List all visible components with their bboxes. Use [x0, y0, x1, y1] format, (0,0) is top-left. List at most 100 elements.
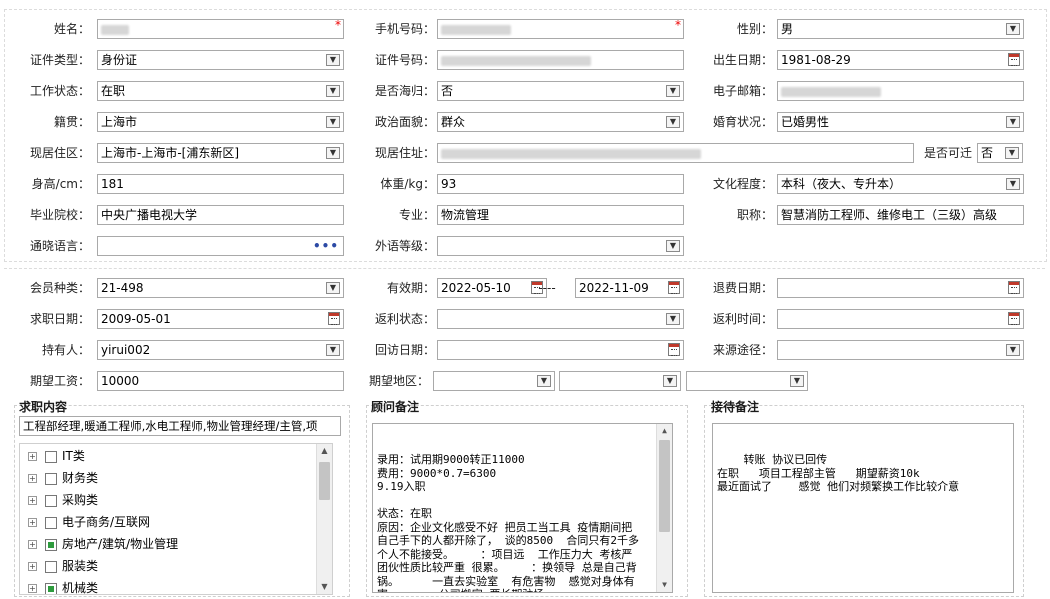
education-select[interactable]: 本科（夜大、专升本） ▼	[777, 174, 1024, 194]
category-checkbox[interactable]	[45, 494, 57, 507]
category-checkbox[interactable]	[45, 450, 57, 463]
expand-icon[interactable]: +	[28, 518, 37, 527]
advisor-scrollbar[interactable]: ▲ ▼	[656, 424, 672, 592]
tree-scrollbar[interactable]: ▲ ▼	[316, 444, 332, 594]
valid-from-value: 2022-05-10	[441, 281, 511, 295]
id-type-select[interactable]: 身份证 ▼	[97, 50, 344, 70]
calendar-icon[interactable]	[1008, 53, 1020, 66]
chevron-down-icon[interactable]: ▼	[663, 375, 677, 387]
major-input[interactable]: 物流管理	[437, 205, 684, 225]
expand-icon[interactable]: +	[28, 496, 37, 505]
chevron-down-icon[interactable]: ▼	[326, 85, 340, 97]
tree-item[interactable]: + IT类	[28, 446, 85, 466]
relocatable-select[interactable]: 否 ▼	[977, 143, 1023, 163]
chevron-down-icon[interactable]: ▼	[326, 282, 340, 294]
tree-item[interactable]: + 财务类	[28, 468, 98, 488]
work-status-select[interactable]: 在职 ▼	[97, 81, 344, 101]
school-input[interactable]: 中央广播电视大学	[97, 205, 344, 225]
marital-select[interactable]: 已婚男性 ▼	[777, 112, 1024, 132]
scroll-up-icon[interactable]: ▲	[317, 444, 332, 458]
calendar-icon[interactable]	[668, 281, 680, 294]
chevron-down-icon[interactable]: ▼	[666, 240, 680, 252]
foreign-level-select[interactable]: ▼	[437, 236, 684, 256]
calendar-icon[interactable]	[1008, 312, 1020, 325]
chevron-down-icon[interactable]: ▼	[666, 85, 680, 97]
chevron-down-icon[interactable]: ▼	[1006, 344, 1020, 356]
job-date-input[interactable]: 2009-05-01	[97, 309, 344, 329]
advisor-notes-textarea[interactable]: 录用：试用期9000转正11000 费用：9000*0.7=6300 9.19入职 …	[372, 423, 673, 593]
politics-select[interactable]: 群众 ▼	[437, 112, 684, 132]
native-select[interactable]: 上海市 ▼	[97, 112, 344, 132]
returnee-select[interactable]: 否 ▼	[437, 81, 684, 101]
tree-item[interactable]: + 房地产/建筑/物业管理	[28, 534, 178, 554]
rebate-time-input[interactable]	[777, 309, 1024, 329]
calendar-icon[interactable]	[1008, 281, 1020, 294]
expand-icon[interactable]: +	[28, 584, 37, 593]
chevron-down-icon[interactable]: ▼	[1005, 147, 1019, 159]
chevron-down-icon[interactable]: ▼	[326, 116, 340, 128]
tree-item[interactable]: + 机械类	[28, 578, 98, 594]
tree-item[interactable]: + 采购类	[28, 490, 98, 510]
scroll-up-icon[interactable]: ▲	[657, 424, 672, 438]
chevron-down-icon[interactable]: ▼	[326, 147, 340, 159]
chevron-down-icon[interactable]: ▼	[666, 116, 680, 128]
expand-icon[interactable]: +	[28, 452, 37, 461]
expand-icon[interactable]: +	[28, 540, 37, 549]
category-checkbox[interactable]	[45, 582, 57, 594]
name-input[interactable]: *	[97, 19, 344, 39]
refund-date-input[interactable]	[777, 278, 1024, 298]
region-province-select[interactable]: ▼	[433, 371, 555, 391]
source-select[interactable]: ▼	[777, 340, 1024, 360]
tree-item-label: IT类	[62, 449, 85, 463]
job-summary-input[interactable]: 工程部经理,暖通工程师,水电工程师,物业管理经理/主管,项	[19, 416, 341, 436]
scroll-thumb[interactable]	[659, 440, 670, 532]
title-input[interactable]: 智慧消防工程师、维修电工（三级）高级	[777, 205, 1024, 225]
id-no-input[interactable]	[437, 50, 684, 70]
tree-item[interactable]: + 电子商务/互联网	[28, 512, 150, 532]
address-input[interactable]	[437, 143, 914, 163]
more-icon[interactable]: •••	[313, 237, 339, 255]
chevron-down-icon[interactable]: ▼	[790, 375, 804, 387]
salary-input[interactable]: 10000	[97, 371, 344, 391]
valid-to-input[interactable]: 2022-11-09	[575, 278, 684, 298]
expand-icon[interactable]: +	[28, 474, 37, 483]
weight-label: 体重/kg：	[380, 177, 435, 191]
residence-area-select[interactable]: 上海市-上海市-[浦东新区] ▼	[97, 143, 344, 163]
category-checkbox[interactable]	[45, 560, 57, 573]
holder-value: yirui002	[101, 343, 151, 357]
rebate-status-select[interactable]: ▼	[437, 309, 684, 329]
calendar-icon[interactable]	[668, 343, 680, 356]
phone-input[interactable]: *	[437, 19, 684, 39]
marital-value: 已婚男性	[781, 115, 830, 129]
calendar-icon[interactable]	[328, 312, 340, 325]
category-checkbox[interactable]	[45, 472, 57, 485]
scroll-down-icon[interactable]: ▼	[317, 580, 332, 594]
region-district-select[interactable]: ▼	[686, 371, 808, 391]
tree-item[interactable]: + 服装类	[28, 556, 98, 576]
chevron-down-icon[interactable]: ▼	[537, 375, 551, 387]
chevron-down-icon[interactable]: ▼	[326, 344, 340, 356]
holder-select[interactable]: yirui002 ▼	[97, 340, 344, 360]
reception-notes-textarea[interactable]: 转账 协议已回传 在职 项目工程部主管 期望薪资10k 最近面试了 感觉 他们对频繁…	[712, 423, 1014, 593]
category-checkbox[interactable]	[45, 538, 57, 551]
chevron-down-icon[interactable]: ▼	[1006, 116, 1020, 128]
chevron-down-icon[interactable]: ▼	[1006, 23, 1020, 35]
height-input[interactable]: 181	[97, 174, 344, 194]
source-label: 来源途径：	[712, 343, 773, 357]
job-category-tree[interactable]: ▲ ▼ + IT类 + 财务类 + 采购类 + 电子商务/互联网 + 房地产/建筑/物业管理 + 服装…	[19, 443, 333, 595]
gender-select[interactable]: 男 ▼	[777, 19, 1024, 39]
chevron-down-icon[interactable]: ▼	[666, 313, 680, 325]
chevron-down-icon[interactable]: ▼	[326, 54, 340, 66]
category-checkbox[interactable]	[45, 516, 57, 529]
scroll-thumb[interactable]	[319, 462, 330, 500]
birth-date-input[interactable]: 1981-08-29	[777, 50, 1024, 70]
note-line: 录用：试用期9000转正11000	[377, 453, 525, 466]
visit-date-input[interactable]	[437, 340, 684, 360]
language-picker[interactable]: •••	[97, 236, 344, 256]
member-type-select[interactable]: 21-498 ▼	[97, 278, 344, 298]
expand-icon[interactable]: +	[28, 562, 37, 571]
region-city-select[interactable]: ▼	[559, 371, 681, 391]
chevron-down-icon[interactable]: ▼	[1006, 178, 1020, 190]
weight-input[interactable]: 93	[437, 174, 684, 194]
email-input[interactable]	[777, 81, 1024, 101]
